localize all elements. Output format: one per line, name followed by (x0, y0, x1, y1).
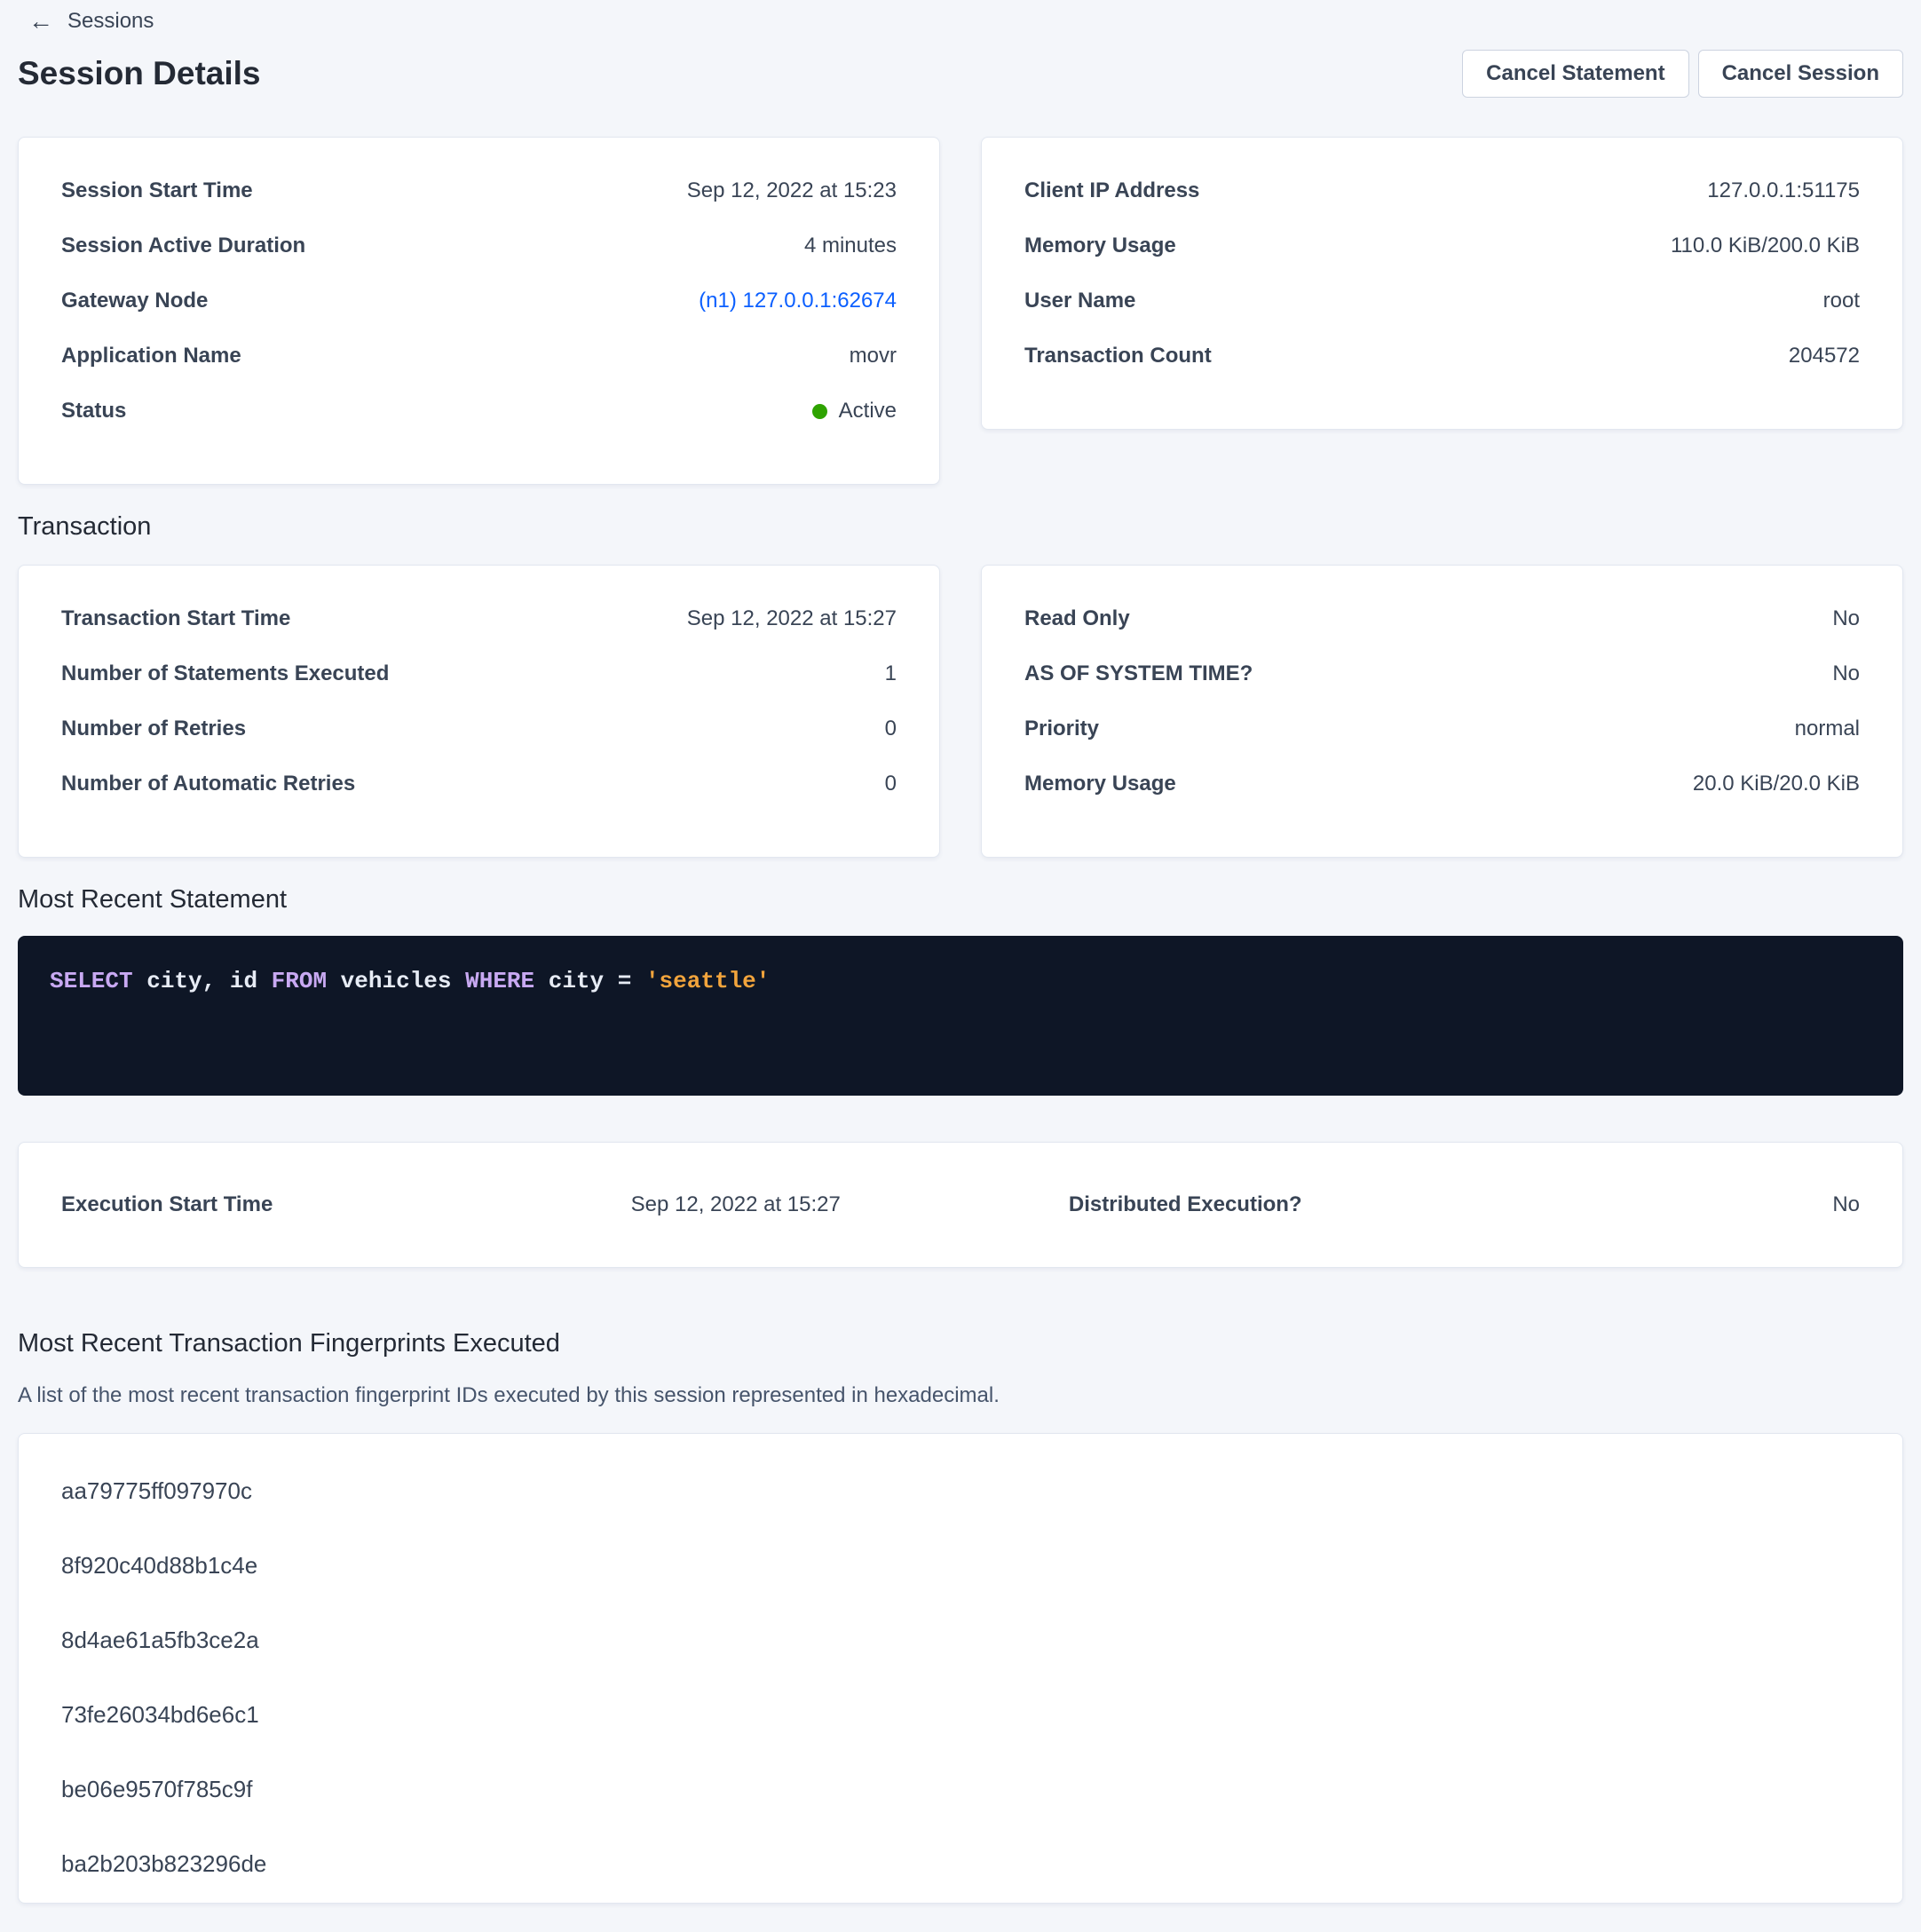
row-value: 110.0 KiB/200.0 KiB (1671, 234, 1860, 258)
status-active-dot-icon (812, 404, 827, 419)
status-value: Active (839, 399, 897, 424)
transaction-info-card: Transaction Start Time Sep 12, 2022 at 1… (18, 565, 940, 858)
row-label: Priority (1024, 717, 1099, 741)
row-label: AS OF SYSTEM TIME? (1024, 661, 1253, 686)
row-value: 4 minutes (804, 234, 897, 258)
row-value: Sep 12, 2022 at 15:27 (687, 606, 897, 631)
sql-keyword: FROM (272, 968, 327, 994)
row-value: No (1832, 661, 1860, 686)
gateway-node-link[interactable]: (n1) 127.0.0.1:62674 (699, 289, 897, 313)
summary-row: Read Only No (1024, 606, 1860, 631)
sql-text: city, id (133, 968, 272, 994)
breadcrumb-label: Sessions (67, 9, 154, 34)
sql-statement: SELECT city, id FROM vehicles WHERE city… (50, 966, 1871, 996)
fingerprint-list-item: aa79775ff097970c (61, 1478, 1860, 1503)
transaction-config-card: Read Only No AS OF SYSTEM TIME? No Prior… (981, 565, 1903, 858)
cancel-session-button[interactable]: Cancel Session (1698, 50, 1903, 98)
summary-row: Number of Statements Executed 1 (61, 661, 897, 686)
sql-keyword: SELECT (50, 968, 133, 994)
row-label: Read Only (1024, 606, 1130, 631)
summary-row: Gateway Node (n1) 127.0.0.1:62674 (61, 289, 897, 313)
row-label: Application Name (61, 344, 241, 368)
row-label: Status (61, 399, 126, 424)
row-value: root (1823, 289, 1860, 313)
sql-statement-box: SELECT city, id FROM vehicles WHERE city… (18, 936, 1903, 1096)
row-label: Memory Usage (1024, 772, 1176, 796)
execution-info-card: Execution Start Time Sep 12, 2022 at 15:… (18, 1142, 1903, 1268)
row-label: Transaction Count (1024, 344, 1212, 368)
transaction-section-heading: Transaction (18, 513, 1903, 540)
summary-row: AS OF SYSTEM TIME? No (1024, 661, 1860, 686)
fingerprint-list-item: 73fe26034bd6e6c1 (61, 1702, 1860, 1727)
summary-row: Session Active Duration 4 minutes (61, 234, 897, 258)
title-row: Session Details Cancel Statement Cancel … (18, 48, 1903, 99)
row-value: 204572 (1789, 344, 1860, 368)
summary-row: Client IP Address 127.0.0.1:51175 (1024, 178, 1860, 203)
row-value: 1 (885, 661, 897, 686)
summary-row: Number of Automatic Retries 0 (61, 772, 897, 796)
row-value: Sep 12, 2022 at 15:27 (511, 1192, 961, 1217)
row-label: Session Start Time (61, 178, 253, 203)
row-label: Execution Start Time (61, 1192, 511, 1217)
fingerprint-list-item: 8f920c40d88b1c4e (61, 1553, 1860, 1578)
status-badge: Active (812, 399, 897, 424)
row-label: Session Active Duration (61, 234, 305, 258)
row-value: movr (850, 344, 897, 368)
session-info-card: Session Start Time Sep 12, 2022 at 15:23… (18, 137, 940, 485)
summary-row: Session Start Time Sep 12, 2022 at 15:23 (61, 178, 897, 203)
client-info-card: Client IP Address 127.0.0.1:51175 Memory… (981, 137, 1903, 430)
summary-row: Memory Usage 110.0 KiB/200.0 KiB (1024, 234, 1860, 258)
sql-text: city = (534, 968, 645, 994)
summary-row: User Name root (1024, 289, 1860, 313)
row-label: User Name (1024, 289, 1135, 313)
execution-row: Execution Start Time Sep 12, 2022 at 15:… (61, 1192, 1860, 1217)
action-buttons: Cancel Statement Cancel Session (1462, 50, 1903, 98)
page-title: Session Details (18, 56, 261, 91)
summary-row: Memory Usage 20.0 KiB/20.0 KiB (1024, 772, 1860, 796)
row-label: Number of Automatic Retries (61, 772, 355, 796)
row-value: 127.0.0.1:51175 (1707, 178, 1860, 203)
cancel-statement-button[interactable]: Cancel Statement (1462, 50, 1688, 98)
session-summary-row: Session Start Time Sep 12, 2022 at 15:23… (18, 137, 1903, 485)
fingerprint-list-item: 8d4ae61a5fb3ce2a (61, 1627, 1860, 1652)
row-label: Distributed Execution? (960, 1192, 1411, 1217)
sql-keyword: WHERE (465, 968, 534, 994)
session-details-page: ← Sessions Session Details Cancel Statem… (0, 0, 1921, 1904)
summary-row: Application Name movr (61, 344, 897, 368)
row-label: Number of Retries (61, 717, 246, 741)
summary-row: Transaction Count 204572 (1024, 344, 1860, 368)
summary-row: Transaction Start Time Sep 12, 2022 at 1… (61, 606, 897, 631)
fingerprints-description: A list of the most recent transaction fi… (18, 1383, 1903, 1408)
fingerprints-card: aa79775ff097970c 8f920c40d88b1c4e 8d4ae6… (18, 1433, 1903, 1904)
sql-string-literal: 'seattle' (645, 968, 770, 994)
row-label: Client IP Address (1024, 178, 1199, 203)
summary-row: Priority normal (1024, 717, 1860, 741)
summary-row: Status Active (61, 399, 897, 424)
back-arrow-icon: ← (28, 9, 53, 34)
row-label: Number of Statements Executed (61, 661, 389, 686)
row-label: Gateway Node (61, 289, 208, 313)
fingerprints-section-heading: Most Recent Transaction Fingerprints Exe… (18, 1330, 1903, 1357)
row-label: Memory Usage (1024, 234, 1176, 258)
breadcrumb-back-sessions[interactable]: ← Sessions (18, 0, 164, 34)
summary-row: Number of Retries 0 (61, 717, 897, 741)
row-value: 20.0 KiB/20.0 KiB (1693, 772, 1860, 796)
row-value: Sep 12, 2022 at 15:23 (687, 178, 897, 203)
transaction-summary-row: Transaction Start Time Sep 12, 2022 at 1… (18, 565, 1903, 858)
statement-section-heading: Most Recent Statement (18, 886, 1903, 913)
sql-text: vehicles (327, 968, 465, 994)
fingerprint-list-item: be06e9570f785c9f (61, 1777, 1860, 1801)
row-value: normal (1795, 717, 1860, 741)
row-label: Transaction Start Time (61, 606, 290, 631)
fingerprint-list-item: ba2b203b823296de (61, 1851, 1860, 1876)
row-value: 0 (885, 772, 897, 796)
row-value: 0 (885, 717, 897, 741)
row-value: No (1411, 1192, 1861, 1217)
row-value: No (1832, 606, 1860, 631)
